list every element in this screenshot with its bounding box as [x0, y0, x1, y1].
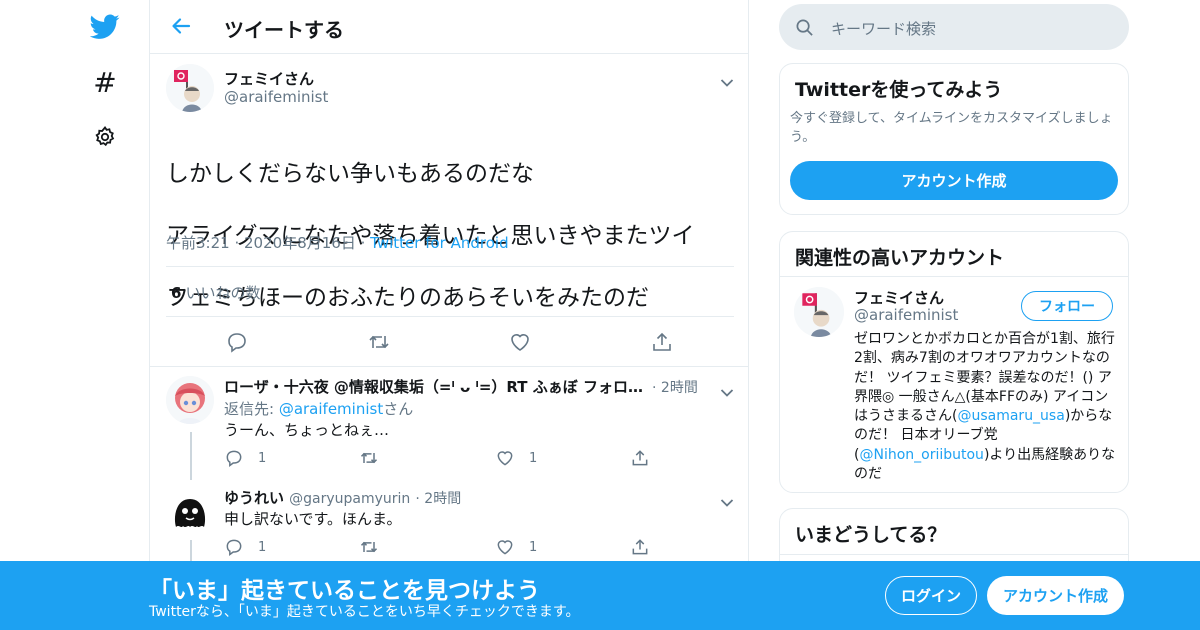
reply-to-link[interactable]: @araifeminist [279, 400, 383, 418]
create-account-button[interactable]: アカウント作成 [790, 161, 1118, 200]
page-title: ツイートする [224, 18, 344, 42]
like-action[interactable]: 1 [495, 448, 537, 468]
tweet-line: しかしくだらない争いもあるのだな [166, 161, 534, 187]
retweet-icon[interactable] [367, 330, 391, 354]
related-accounts-card: 関連性の高いアカウント フェミイさん @araifeminist フォロー ゼロ… [779, 231, 1129, 493]
like-count: 1 [529, 450, 538, 466]
back-arrow-icon[interactable] [168, 13, 194, 39]
settings-gear-icon[interactable] [88, 120, 122, 154]
author-name[interactable]: フェミイさん [224, 68, 314, 89]
chevron-down-icon[interactable] [720, 493, 734, 507]
thread-line [190, 540, 192, 561]
account-name[interactable]: フェミイさん [854, 287, 944, 308]
avatar[interactable] [166, 376, 214, 424]
reply-author-handle[interactable]: @garyupamyurin [289, 491, 410, 507]
reply-author-name[interactable]: ローザ・十六夜 @情報収集垢（=ˡ ᴗ ˡ=）RT ふぁぼ フォロ… [224, 376, 644, 397]
chevron-down-icon[interactable] [720, 383, 734, 397]
reply-text: うーん、ちょっとねぇ… [224, 421, 390, 439]
likes-stat[interactable]: 6 いいねの数 [171, 282, 260, 303]
tweet-time[interactable]: 午前3:21 [166, 234, 230, 252]
reply-action[interactable]: 1 [224, 537, 266, 557]
signup-button[interactable]: アカウント作成 [987, 576, 1124, 615]
avatar[interactable] [166, 487, 214, 535]
account-handle[interactable]: @araifeminist [854, 306, 958, 324]
reply-to-prefix: 返信先: [224, 400, 279, 418]
reply-action[interactable]: 1 [224, 448, 266, 468]
reply-icon[interactable] [225, 330, 249, 354]
bio-link[interactable]: @Nihon_oriibutou [859, 447, 983, 463]
reply-time-value: 2時間 [660, 380, 698, 396]
like-heart-icon[interactable] [508, 330, 532, 354]
chevron-down-icon[interactable] [720, 73, 734, 87]
share-icon[interactable] [630, 448, 650, 468]
reply-count: 1 [258, 539, 267, 555]
bio-link[interactable]: @usamaru_usa [957, 408, 1064, 424]
reply-count: 1 [258, 450, 267, 466]
reply-to: 返信先: @araifeministさん [224, 398, 413, 419]
page-header: ツイートする [150, 0, 748, 54]
avatar[interactable] [794, 287, 844, 337]
divider [780, 276, 1128, 277]
reply-time[interactable]: · 2時間 [415, 491, 461, 507]
author-handle[interactable]: @araifeminist [224, 88, 328, 106]
separator-dot: · [360, 234, 371, 252]
share-icon[interactable] [650, 330, 674, 354]
reply-time[interactable]: · 2時間 [652, 377, 698, 397]
retweet-icon[interactable] [359, 537, 379, 557]
signup-banner: 「いま」起きていることを見つけよう Twitterなら、「いま」起きていることを… [0, 561, 1200, 630]
reply-to-suffix: さん [383, 400, 414, 418]
search-icon [795, 18, 814, 41]
signup-card: Twitterを使ってみよう 今すぐ登録して、タイムラインをカスタマイズしましょ… [779, 63, 1129, 215]
follow-button[interactable]: フォロー [1021, 291, 1113, 321]
divider [150, 366, 748, 367]
reply-text: 申し訳ないです。ほんま。 [224, 510, 402, 528]
card-description: 今すぐ登録して、タイムラインをカスタマイズしましょう。 [790, 111, 1113, 145]
search-input[interactable]: キーワード検索 [831, 18, 936, 39]
reply-author[interactable]: ゆうれい @garyupamyurin · 2時間 [224, 487, 461, 508]
account-bio: ゼロワンとかボカロとか百合が1割、旅行2割、病み7割のオワオワアカウントなのだ！… [854, 330, 1116, 484]
tweet-date[interactable]: 2020年8月16日 [244, 234, 356, 252]
divider [780, 554, 1128, 555]
main-column: ツイートする フェミイさん @araifeminist しかしくだらない争いもあ… [149, 0, 749, 630]
likes-label: いいねの数 [185, 284, 261, 302]
login-button[interactable]: ログイン [885, 576, 977, 615]
divider [166, 266, 734, 267]
search-box[interactable]: キーワード検索 [779, 4, 1129, 50]
banner-subtitle: Twitterなら、「いま」起きていることをいち早くチェックできます。 [149, 604, 580, 620]
tweet-meta: 午前3:21 · 2020年8月16日 · Twitter for Androi… [166, 232, 509, 253]
explore-hash-icon[interactable]: # [88, 66, 122, 100]
divider [166, 316, 734, 317]
banner-title: 「いま」起きていることを見つけよう [149, 578, 540, 604]
retweet-icon[interactable] [359, 448, 379, 468]
reply-author-name[interactable]: ゆうれい [224, 489, 284, 507]
twitter-logo-icon[interactable] [88, 10, 122, 44]
avatar[interactable] [166, 64, 214, 112]
card-title: Twitterを使ってみよう [795, 79, 1003, 101]
likes-count: 6 [171, 284, 182, 302]
like-action[interactable]: 1 [495, 537, 537, 557]
card-title: 関連性の高いアカウント [795, 247, 1005, 269]
separator-dot: · [234, 234, 245, 252]
share-icon[interactable] [630, 537, 650, 557]
reply-time-value: 2時間 [424, 491, 462, 507]
thread-line [190, 432, 192, 480]
like-count: 1 [529, 539, 538, 555]
tweet-source[interactable]: Twitter for Android [370, 234, 508, 252]
card-title: いまどうしてる？ [795, 524, 947, 546]
